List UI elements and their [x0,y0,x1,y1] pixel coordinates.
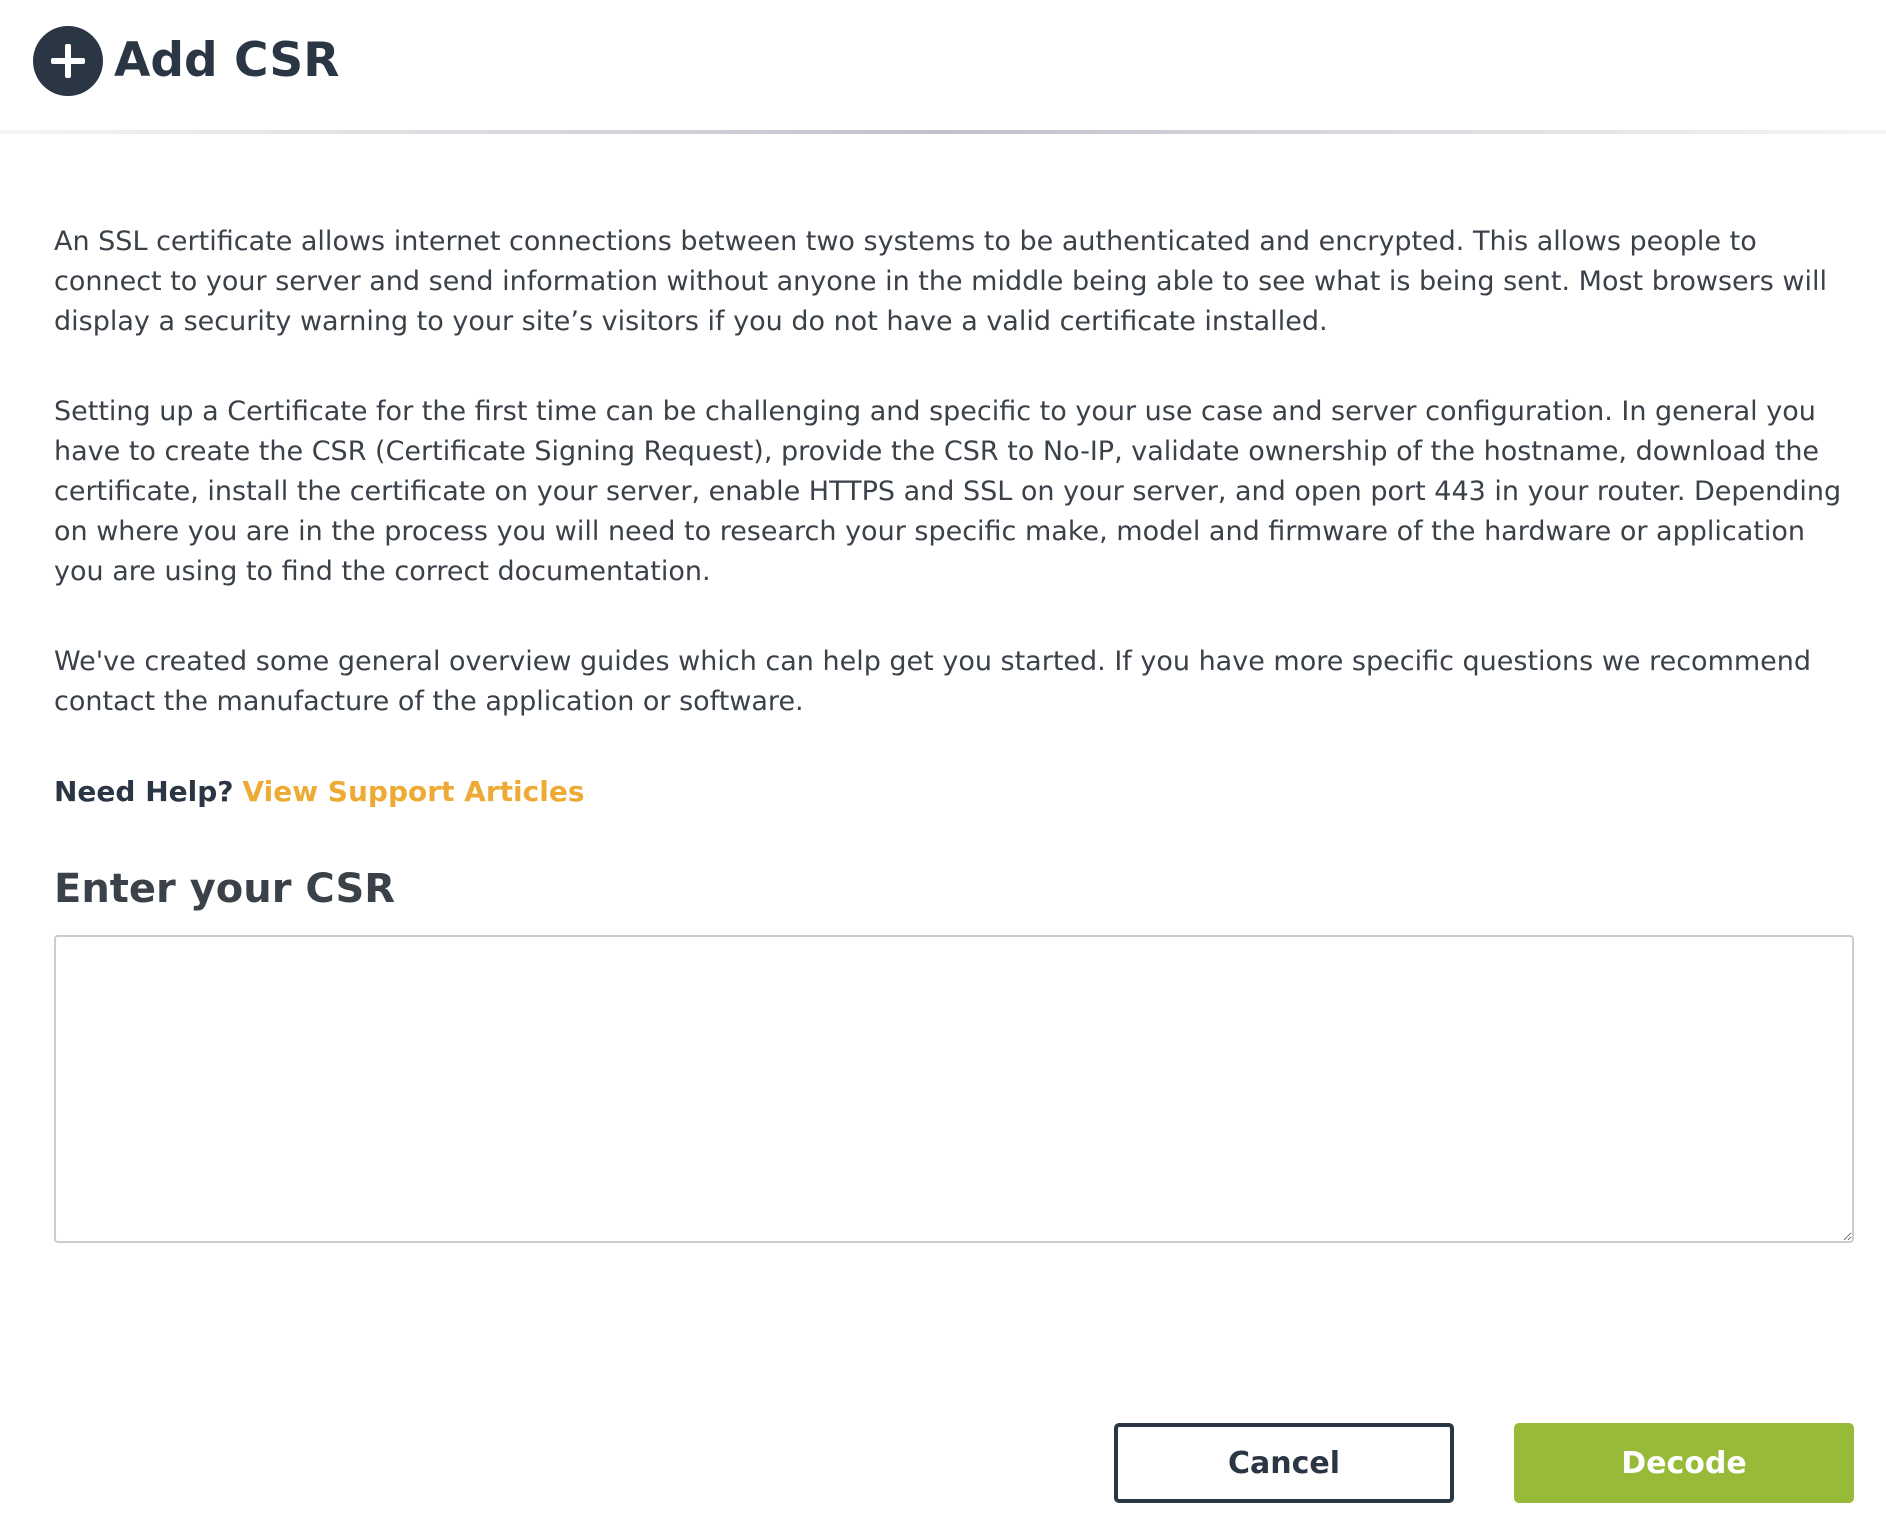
csr-input[interactable] [54,935,1854,1243]
intro-paragraph: Setting up a Certificate for the first t… [54,396,1842,587]
decode-button[interactable]: Decode [1514,1423,1854,1503]
view-support-articles-link[interactable]: View Support Articles [242,775,584,808]
header-divider [0,130,1886,134]
page-title: Add CSR [114,33,340,88]
csr-section-title: Enter your CSR [54,866,396,912]
cancel-button[interactable]: Cancel [1114,1423,1454,1503]
help-line: Need Help? View Support Articles [54,772,1854,812]
page-header: Add CSR [0,0,1886,132]
intro-paragraph: An SSL certificate allows internet conne… [54,226,1827,337]
plus-circle-icon [33,26,103,96]
intro-paragraph: We've created some general overview guid… [54,646,1812,717]
intro-content: An SSL certificate allows internet conne… [54,222,1854,812]
help-label: Need Help? [54,775,234,808]
add-csr-page: Add CSR An SSL certificate allows intern… [0,0,1886,1520]
